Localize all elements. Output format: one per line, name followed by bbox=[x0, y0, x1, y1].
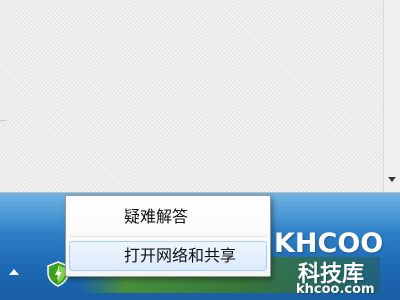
window-content-area bbox=[0, 0, 400, 192]
menu-item-open-network-sharing[interactable]: 打开网络和共享 bbox=[69, 241, 267, 271]
menu-item-label: 打开网络和共享 bbox=[124, 246, 237, 265]
watermark: KHCOO 科技库 khcoo.com bbox=[270, 226, 398, 298]
chevron-down-icon bbox=[388, 176, 396, 182]
scroll-down-button[interactable] bbox=[384, 172, 400, 186]
menu-item-label: 疑难解答 bbox=[124, 207, 189, 226]
menu-item-troubleshoot[interactable]: 疑难解答 bbox=[69, 202, 267, 232]
menu-separator bbox=[69, 236, 267, 237]
pane-divider bbox=[0, 120, 6, 121]
watermark-logo: KHCOO bbox=[274, 228, 384, 259]
watermark-url: khcoo.com bbox=[296, 282, 375, 297]
vertical-scrollbar[interactable] bbox=[383, 0, 400, 192]
network-context-menu: 疑难解答 打开网络和共享 bbox=[65, 195, 271, 277]
show-hidden-icons-button[interactable] bbox=[9, 269, 19, 275]
